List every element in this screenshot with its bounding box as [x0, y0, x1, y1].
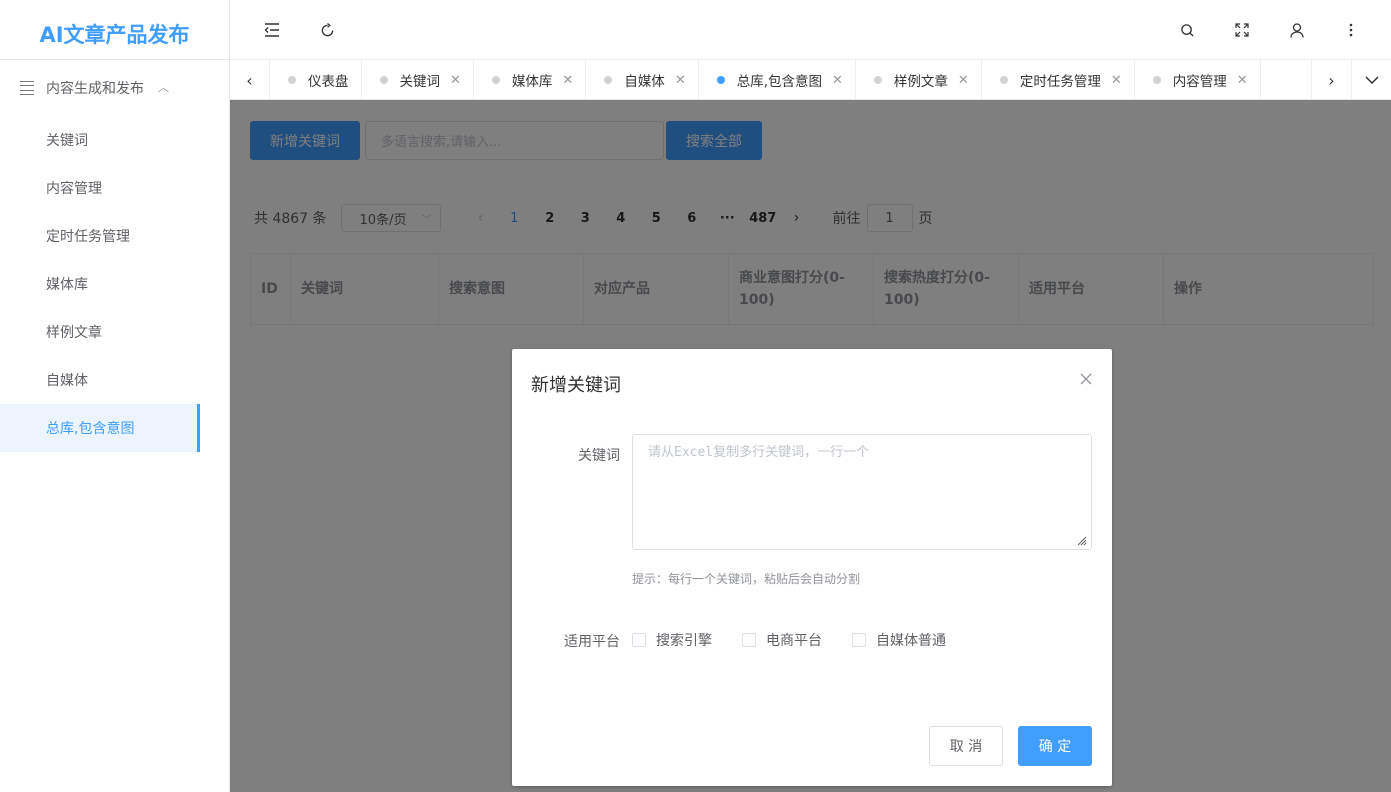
- checkbox-ecommerce[interactable]: 电商平台: [742, 630, 822, 650]
- checkbox-self-media[interactable]: 自媒体普通: [852, 630, 946, 650]
- close-icon[interactable]: [1080, 369, 1092, 390]
- sidebar-item-master-library[interactable]: 总库,包含意图: [0, 404, 200, 452]
- sidebar-item-sample-articles[interactable]: 样例文章: [0, 308, 229, 356]
- refresh-icon[interactable]: [315, 18, 339, 42]
- platform-label: 适用平台: [564, 634, 620, 650]
- tab-sample-articles[interactable]: 样例文章 ✕: [856, 60, 982, 100]
- tab-content-management[interactable]: 内容管理 ✕: [1135, 60, 1261, 100]
- list-icon: [20, 81, 34, 95]
- close-icon[interactable]: ✕: [675, 73, 686, 88]
- tab-dot: [288, 76, 296, 84]
- add-keyword-dialog: 新增关键词 关键词 请从Excel复制多行关键词，一行一个 提示：每行一个关键词…: [512, 349, 1112, 786]
- tabs-dropdown-icon[interactable]: [1351, 60, 1391, 100]
- tab-scheduled-tasks[interactable]: 定时任务管理 ✕: [982, 60, 1135, 100]
- dialog-title: 新增关键词: [531, 375, 621, 396]
- user-icon[interactable]: [1285, 18, 1309, 42]
- sidebar: AI文章产品发布 内容生成和发布 ︿ 关键词 内容管理 定时任务管理 媒体库 样…: [0, 0, 230, 792]
- fullscreen-icon[interactable]: [1230, 18, 1254, 42]
- close-icon[interactable]: ✕: [1237, 73, 1248, 88]
- top-header: [230, 0, 1391, 60]
- tab-master-library[interactable]: 总库,包含意图 ✕: [699, 60, 856, 100]
- tab-self-media[interactable]: 自媒体 ✕: [586, 60, 699, 100]
- close-icon[interactable]: ✕: [450, 73, 461, 88]
- menu-group-content[interactable]: 内容生成和发布 ︿: [0, 60, 229, 116]
- tab-dot: [873, 76, 882, 84]
- tab-label: 总库,包含意图: [736, 74, 823, 90]
- app-logo-title: AI文章产品发布: [0, 0, 229, 60]
- tabs-scroll-right-icon[interactable]: ›: [1311, 60, 1351, 100]
- tab-label: 内容管理: [1172, 74, 1227, 90]
- sidebar-item-self-media[interactable]: 自媒体: [0, 356, 229, 404]
- search-icon[interactable]: [1175, 18, 1199, 42]
- more-vertical-icon[interactable]: [1339, 18, 1363, 42]
- tab-label: 媒体库: [511, 74, 553, 90]
- menu-group-label: 内容生成和发布: [46, 81, 144, 97]
- close-icon[interactable]: ✕: [1111, 73, 1122, 88]
- resize-handle-icon[interactable]: [1075, 534, 1087, 546]
- tab-keywords[interactable]: 关键词 ✕: [362, 60, 474, 100]
- checkbox-search-engine[interactable]: 搜索引擎: [632, 630, 712, 650]
- tab-label: 仪表盘: [308, 74, 349, 90]
- chevron-up-icon: ︿: [158, 81, 169, 94]
- tab-bar: ‹ 仪表盘 关键词 ✕ 媒体库 ✕ 自媒体 ✕ 总库,包含意图 ✕ 样例文章 ✕ 定时任务…: [230, 60, 1391, 100]
- close-icon[interactable]: ✕: [562, 73, 573, 88]
- tab-dot: [491, 76, 500, 84]
- tab-label: 关键词: [399, 74, 441, 90]
- checkbox-box[interactable]: [742, 633, 756, 647]
- tab-dot: [999, 76, 1008, 84]
- tab-dot: [716, 76, 725, 84]
- checkbox-box[interactable]: [852, 633, 866, 647]
- close-icon[interactable]: ✕: [832, 73, 843, 88]
- tab-label: 定时任务管理: [1019, 74, 1101, 90]
- tab-dashboard[interactable]: 仪表盘: [270, 60, 362, 100]
- checkbox-label: 自媒体普通: [876, 633, 946, 649]
- checkbox-label: 电商平台: [766, 633, 822, 649]
- sidebar-item-scheduled-tasks[interactable]: 定时任务管理: [0, 212, 229, 260]
- collapse-menu-icon[interactable]: [260, 18, 284, 42]
- sidebar-item-media-library[interactable]: 媒体库: [0, 260, 229, 308]
- close-icon[interactable]: ✕: [958, 73, 969, 88]
- tabs-scroll-left-icon[interactable]: ‹: [230, 60, 270, 100]
- sidebar-item-content-management[interactable]: 内容管理: [0, 164, 229, 212]
- tab-label: 自媒体: [624, 74, 665, 90]
- sidebar-item-keywords[interactable]: 关键词: [0, 116, 229, 164]
- tab-media-library[interactable]: 媒体库 ✕: [474, 60, 587, 100]
- checkbox-label: 搜索引擎: [656, 633, 712, 649]
- tab-dot: [379, 76, 388, 84]
- tab-dot: [604, 76, 613, 84]
- checkbox-box[interactable]: [632, 633, 646, 647]
- keyword-label: 关键词: [578, 448, 620, 464]
- tab-dot: [1152, 76, 1161, 84]
- keywords-textarea[interactable]: 请从Excel复制多行关键词，一行一个: [632, 434, 1092, 550]
- confirm-button[interactable]: 确 定: [1018, 726, 1092, 766]
- hint-text: 提示：每行一个关键词，粘贴后会自动分割: [632, 572, 861, 586]
- tab-label: 样例文章: [893, 74, 948, 90]
- cancel-button[interactable]: 取 消: [929, 726, 1003, 766]
